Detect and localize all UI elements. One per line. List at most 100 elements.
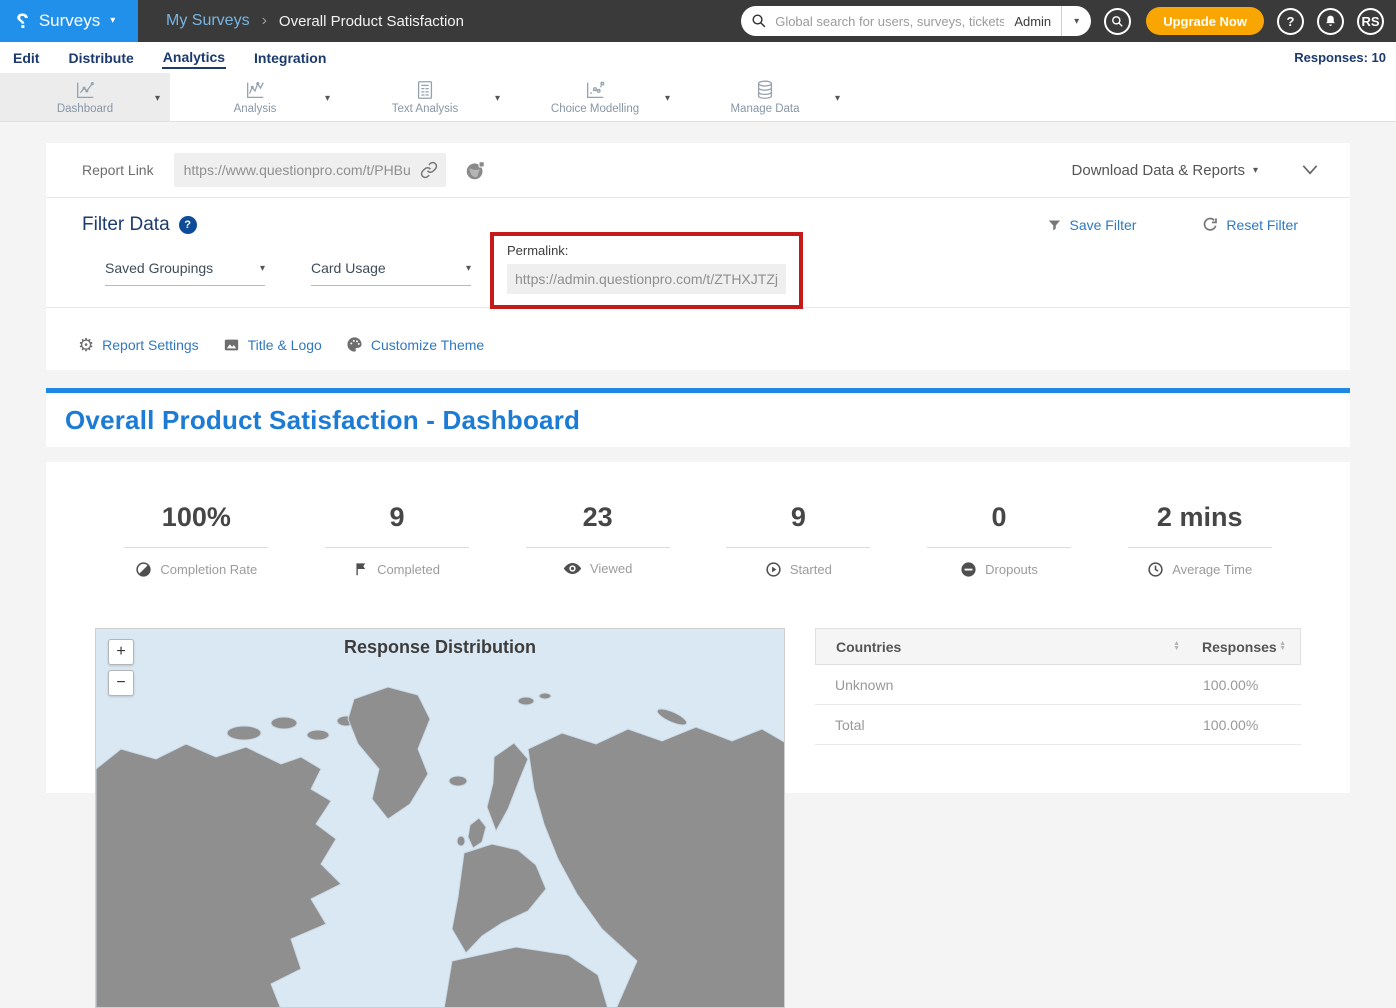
global-search-input[interactable] (775, 14, 1004, 29)
country-name: Total (835, 717, 1191, 733)
filter-help-icon[interactable]: ? (179, 216, 197, 234)
reset-filter-button[interactable]: Reset Filter (1202, 217, 1298, 233)
collapse-chevron-icon[interactable] (1300, 163, 1320, 177)
divider (927, 547, 1071, 548)
map-zoom-out-button[interactable]: − (108, 670, 134, 696)
customize-theme-label: Customize Theme (371, 337, 484, 353)
bell-icon (1324, 14, 1337, 28)
report-link-field (174, 153, 446, 187)
tab-label: Choice Modelling (551, 103, 639, 115)
stat-completion-rate: 100% Completion Rate (96, 502, 297, 578)
report-link-input[interactable] (184, 162, 420, 178)
tab-dashboard[interactable]: Dashboard ▾ (0, 73, 170, 121)
map-zoom-in-button[interactable]: + (108, 639, 134, 665)
notifications-button[interactable] (1317, 8, 1344, 35)
page-title: Overall Product Satisfaction - Dashboard (65, 405, 580, 436)
stat-completed: 9 Completed (297, 502, 498, 578)
tab-manage-data[interactable]: Manage Data ▾ (680, 73, 850, 121)
avatar-initials: RS (1361, 14, 1379, 29)
title-logo-button[interactable]: Title & Logo (223, 337, 322, 353)
saved-groupings-dropdown[interactable]: Saved Groupings ▾ (105, 260, 265, 286)
table-row: Unknown 100.00% (815, 665, 1301, 705)
database-icon (754, 79, 776, 101)
responses-column-header[interactable]: Responses (1202, 639, 1277, 655)
flag-icon (354, 561, 369, 577)
tab-label: Text Analysis (392, 103, 458, 115)
sort-icon[interactable]: ▲▼ (1279, 642, 1286, 651)
caret-down-icon[interactable]: ▾ (835, 93, 840, 104)
reset-filter-label: Reset Filter (1226, 217, 1298, 233)
stat-average-time: 2 mins Average Time (1099, 502, 1300, 578)
save-filter-label: Save Filter (1070, 217, 1137, 233)
card-usage-dropdown[interactable]: Card Usage ▾ (311, 260, 471, 286)
global-search: Admin ▾ (741, 6, 1091, 36)
search-scope-label: Admin (1004, 14, 1061, 29)
report-settings-label: Report Settings (102, 337, 199, 353)
caret-down-icon: ▾ (466, 263, 471, 274)
analytics-tab-bar: Dashboard ▾ Analysis ▾ Text Analysis ▾ C… (0, 73, 1396, 122)
user-avatar[interactable]: RS (1357, 8, 1384, 35)
title-band: Overall Product Satisfaction - Dashboard (46, 393, 1350, 447)
top-header: ? Surveys ▾ My Surveys › Overall Product… (0, 0, 1396, 42)
tab-label: Dashboard (57, 103, 113, 115)
tab-text-analysis[interactable]: Text Analysis ▾ (340, 73, 510, 121)
stat-viewed: 23 Viewed (497, 502, 698, 578)
stat-value: 23 (583, 502, 613, 533)
table-row: Total 100.00% (815, 705, 1301, 745)
permalink-label: Permalink: (507, 243, 786, 258)
question-icon: ? (1287, 14, 1295, 29)
permalink-highlight-box: Permalink: (490, 232, 803, 309)
countries-table: Countries ▲▼ Responses ▲▼ Unknown 100.00… (815, 628, 1301, 745)
surveys-app-switcher[interactable]: ? Surveys ▾ (0, 0, 138, 42)
nav-item-analytics[interactable]: Analytics (162, 47, 226, 69)
caret-down-icon: ▾ (260, 263, 265, 274)
response-distribution-map[interactable]: + − Response Distribution (95, 628, 785, 1008)
nav-item-integration[interactable]: Integration (253, 48, 327, 68)
stat-value: 100% (162, 502, 231, 533)
link-icon[interactable] (420, 161, 438, 179)
card-usage-label: Card Usage (311, 260, 386, 276)
divider (325, 547, 469, 548)
search-button[interactable] (1104, 8, 1131, 35)
questionpro-logo-icon: ? (16, 11, 29, 32)
caret-down-icon: ▾ (110, 16, 115, 26)
image-icon (223, 337, 240, 353)
nav-item-edit[interactable]: Edit (12, 48, 40, 68)
globe-lock-icon[interactable] (465, 160, 486, 181)
help-button[interactable]: ? (1277, 8, 1304, 35)
stat-dropouts: 0 Dropouts (899, 502, 1100, 578)
caret-down-icon[interactable]: ▾ (665, 93, 670, 104)
stat-value: 9 (791, 502, 806, 533)
saved-groupings-label: Saved Groupings (105, 260, 213, 276)
caret-down-icon[interactable]: ▾ (155, 93, 160, 104)
dashboard-chart-icon (73, 79, 97, 101)
download-data-reports-button[interactable]: Download Data & Reports (1072, 162, 1245, 179)
permalink-field (507, 264, 786, 294)
permalink-input[interactable] (515, 271, 778, 287)
customize-theme-button[interactable]: Customize Theme (346, 336, 484, 353)
stat-value: 0 (992, 502, 1007, 533)
nav-item-distribute[interactable]: Distribute (67, 48, 134, 68)
caret-down-icon[interactable]: ▾ (325, 93, 330, 104)
save-filter-button[interactable]: Save Filter (1047, 217, 1137, 233)
breadcrumb-my-surveys[interactable]: My Surveys (166, 12, 250, 30)
tab-analysis[interactable]: Analysis ▾ (170, 73, 340, 121)
divider (124, 547, 268, 548)
tab-choice-modelling[interactable]: Choice Modelling ▾ (510, 73, 680, 121)
country-responses: 100.00% (1191, 717, 1287, 733)
countries-column-header[interactable]: Countries (836, 639, 901, 655)
search-icon (1111, 15, 1124, 28)
caret-down-icon[interactable]: ▾ (1253, 165, 1258, 176)
play-circle-icon (765, 561, 782, 578)
countries-table-header: Countries ▲▼ Responses ▲▼ (815, 628, 1301, 665)
responses-count: Responses: 10 (1294, 50, 1386, 65)
breadcrumb-current: Overall Product Satisfaction (279, 13, 464, 30)
divider (1128, 547, 1272, 548)
dashboard-card: 100% Completion Rate 9 Completed (46, 462, 1350, 793)
stat-label: Average Time (1172, 562, 1252, 577)
upgrade-now-button[interactable]: Upgrade Now (1146, 7, 1264, 35)
report-settings-button[interactable]: ⚙ Report Settings (78, 336, 199, 354)
sort-icon[interactable]: ▲▼ (1173, 642, 1180, 651)
caret-down-icon[interactable]: ▾ (495, 93, 500, 104)
search-scope-caret-icon[interactable]: ▾ (1062, 16, 1091, 27)
